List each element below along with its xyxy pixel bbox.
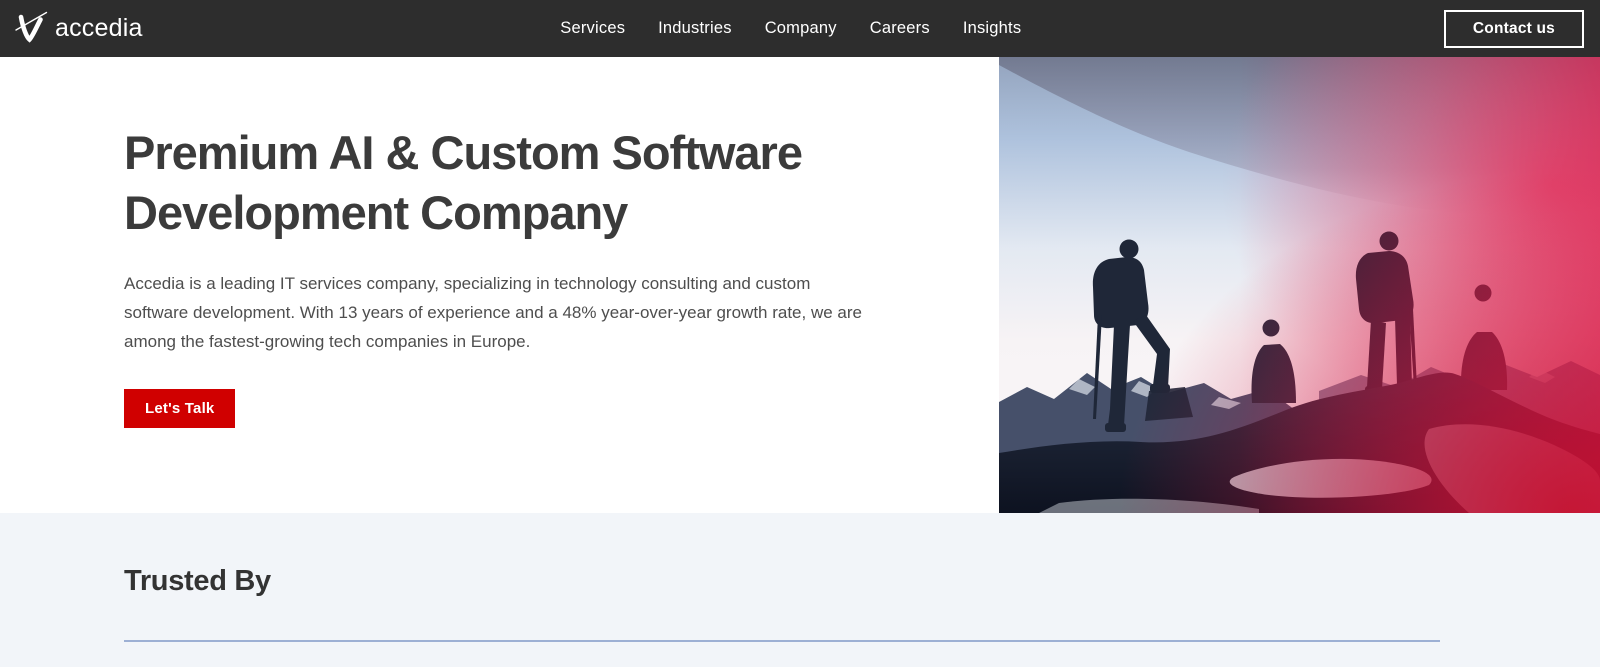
trusted-by-heading: Trusted By <box>124 565 1600 598</box>
nav-item-services[interactable]: Services <box>560 19 625 38</box>
hero-description: Accedia is a leading IT services company… <box>124 269 872 356</box>
hero-title: Premium AI & Custom Software Development… <box>124 123 904 243</box>
hikers-mountain-illustration <box>999 57 1600 513</box>
contact-us-button[interactable]: Contact us <box>1444 10 1584 48</box>
accedia-logo[interactable]: accedia <box>0 7 143 50</box>
top-navbar: accedia Services Industries Company Care… <box>0 0 1600 57</box>
trusted-by-section: Trusted By <box>0 513 1600 667</box>
main-navigation: Services Industries Company Careers Insi… <box>560 0 1021 57</box>
hero-section: Premium AI & Custom Software Development… <box>0 57 1600 513</box>
logo-checkmark-icon <box>13 7 49 50</box>
hero-title-line-2: Development Company <box>124 183 904 243</box>
nav-item-careers[interactable]: Careers <box>870 19 930 38</box>
nav-item-insights[interactable]: Insights <box>963 19 1021 38</box>
hero-title-line-1: Premium AI & Custom Software <box>124 123 904 183</box>
nav-item-industries[interactable]: Industries <box>658 19 732 38</box>
hero-image <box>999 57 1600 513</box>
lets-talk-button[interactable]: Let's Talk <box>124 389 235 428</box>
hero-content: Premium AI & Custom Software Development… <box>124 57 904 428</box>
logo-text: accedia <box>55 14 143 43</box>
nav-item-company[interactable]: Company <box>765 19 837 38</box>
trusted-by-divider <box>124 640 1440 642</box>
